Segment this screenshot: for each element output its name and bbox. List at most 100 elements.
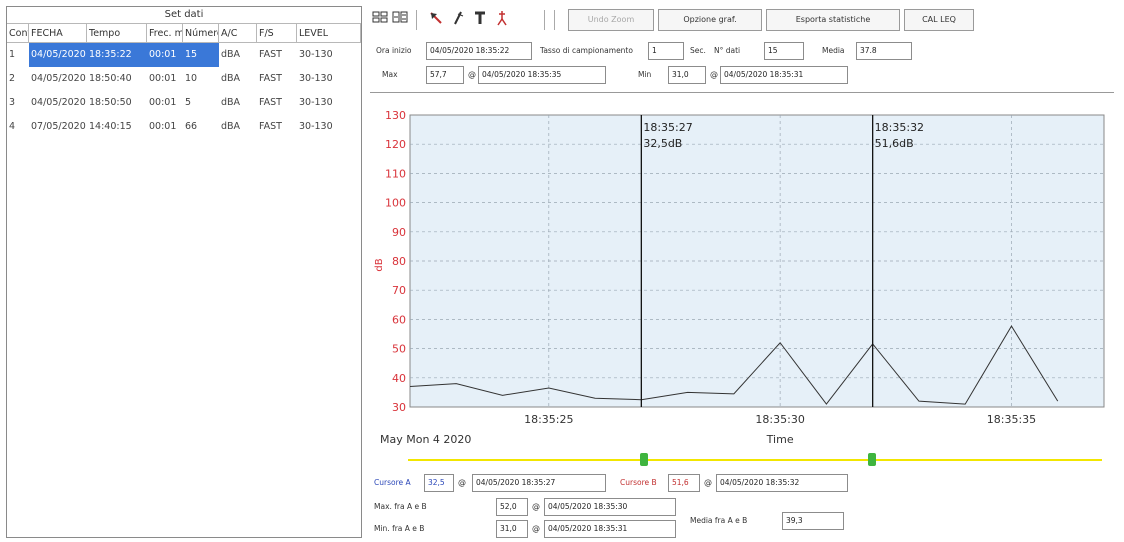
- min-between-at-symbol: @: [532, 524, 540, 533]
- max-between-value-field[interactable]: 52,0: [496, 498, 528, 516]
- chart-area[interactable]: 30 40 50 60 70 80 90 100 110 120 130 18:35:25 18:35:…: [370, 92, 1114, 448]
- cell-level: 30-130: [299, 49, 333, 60]
- slider-handle-b[interactable]: [868, 453, 876, 466]
- sampling-rate-label: Tasso di campionamento: [540, 46, 633, 55]
- y-tick-label: 50: [392, 343, 406, 356]
- export-statistics-button[interactable]: Esporta statistiche: [766, 9, 900, 31]
- column-header-level[interactable]: LEVEL: [297, 24, 361, 42]
- cursor-b-at-symbol: @: [704, 478, 712, 487]
- cell-fs: FAST: [259, 49, 282, 60]
- min-value-field[interactable]: 31,0: [668, 66, 706, 84]
- min-between-time-field[interactable]: 04/05/2020 18:35:31: [544, 520, 676, 538]
- info-row-max-min: Max 57,7 @ 04/05/2020 18:35:35 Min 31,0 …: [368, 66, 1120, 88]
- y-tick-label: 30: [392, 401, 406, 414]
- column-header-frec[interactable]: Frec. m: [147, 24, 183, 42]
- table-row[interactable]: 4 07/05/2020 14:40:15 00:01 66 dBA FAST …: [7, 115, 361, 139]
- cursor-a-label: Cursore A: [374, 478, 411, 487]
- cell-conf: 1: [9, 49, 16, 60]
- toolbar-separator: [416, 10, 417, 30]
- cal-leq-button[interactable]: CAL LEQ: [904, 9, 974, 31]
- cell-ac: dBA: [221, 97, 241, 108]
- max-at-symbol: @: [468, 70, 476, 79]
- data-set-panel: Set dati Conf FECHA Tempo Frec. m Número…: [6, 6, 362, 538]
- cell-numero: 5: [185, 97, 192, 108]
- cell-tempo: 18:35:22: [87, 43, 147, 67]
- column-header-tempo[interactable]: Tempo: [87, 24, 147, 42]
- min-at-symbol: @: [710, 70, 718, 79]
- column-header-fs[interactable]: F/S: [257, 24, 297, 42]
- cursor-arrow-icon[interactable]: [426, 10, 446, 30]
- cell-tempo: 18:50:40: [89, 73, 132, 84]
- column-header-conf[interactable]: Conf: [7, 24, 29, 42]
- bar-chart-icon[interactable]: [370, 10, 390, 30]
- cursor-info-row: Cursore A 32,5 @ 04/05/2020 18:35:27 Cur…: [368, 474, 1120, 496]
- column-header-numero[interactable]: Número: [183, 24, 219, 42]
- cell-fecha: 04/05/2020: [31, 73, 86, 84]
- min-between-value-field[interactable]: 31,0: [496, 520, 528, 538]
- y-tick-label: 80: [392, 255, 406, 268]
- text-tool-icon[interactable]: [470, 10, 490, 30]
- cell-fs: FAST: [259, 121, 282, 132]
- start-time-label: Ora inizio: [376, 46, 412, 55]
- y-tick-label: 130: [385, 109, 406, 122]
- marker-icon[interactable]: [492, 10, 512, 30]
- chart-panel: Undo Zoom Opzione graf. Esporta statisti…: [368, 6, 1120, 538]
- max-label: Max: [382, 70, 398, 79]
- cell-conf: 2: [9, 73, 16, 84]
- table-header: Conf FECHA Tempo Frec. m Número A/C F/S …: [7, 23, 361, 43]
- start-time-field[interactable]: 04/05/2020 18:35:22: [426, 42, 532, 60]
- cell-fecha: 04/05/2020: [29, 43, 87, 67]
- cell-fs: FAST: [259, 97, 282, 108]
- data-count-field[interactable]: 15: [764, 42, 804, 60]
- cursor-time-label: 18:35:27: [643, 121, 692, 134]
- cell-conf: 4: [9, 121, 16, 132]
- sampling-rate-field[interactable]: 1: [648, 42, 684, 60]
- cell-level: 30-130: [299, 121, 333, 132]
- min-between-label: Min. fra A e B: [374, 524, 425, 533]
- average-between-value-field[interactable]: 39,3: [782, 512, 844, 530]
- column-header-fecha[interactable]: FECHA: [29, 24, 87, 42]
- cursor-b-time-field[interactable]: 04/05/2020 18:35:32: [716, 474, 848, 492]
- slider-handle-a[interactable]: [640, 453, 648, 466]
- max-time-field[interactable]: 04/05/2020 18:35:35: [478, 66, 606, 84]
- cell-numero: 66: [185, 121, 198, 132]
- panel-title: Set dati: [164, 9, 204, 20]
- cell-fecha: 04/05/2020: [31, 97, 86, 108]
- cell-level: 30-130: [299, 97, 333, 108]
- max-value-field[interactable]: 57,7: [426, 66, 464, 84]
- range-slider[interactable]: [368, 452, 1120, 468]
- pen-cursor-icon[interactable]: [448, 10, 468, 30]
- column-header-ac[interactable]: A/C: [219, 24, 257, 42]
- cursor-b-label: Cursore B: [620, 478, 657, 487]
- chart-options-button[interactable]: Opzione graf.: [658, 9, 762, 31]
- cursor-a-at-symbol: @: [458, 478, 466, 487]
- level-chart[interactable]: 30 40 50 60 70 80 90 100 110 120 130 18:35:25 18:35:…: [370, 93, 1114, 449]
- toolbar-separator: [554, 10, 555, 30]
- cursor-value-label: 32,5dB: [643, 137, 682, 150]
- y-tick-label: 100: [385, 197, 406, 210]
- cell-level: 30-130: [299, 73, 333, 84]
- y-tick-label: 110: [385, 167, 406, 180]
- cell-frec: 00:01: [149, 73, 177, 84]
- cell-fecha: 07/05/2020: [31, 121, 86, 132]
- average-field[interactable]: 37.8: [856, 42, 912, 60]
- undo-zoom-button[interactable]: Undo Zoom: [568, 9, 654, 31]
- data-count-label: N° dati: [714, 46, 741, 55]
- info-row-start: Ora inizio 04/05/2020 18:35:22 Tasso di …: [368, 42, 1120, 64]
- cursor-a-time-field[interactable]: 04/05/2020 18:35:27: [472, 474, 606, 492]
- cursor-b-value-field[interactable]: 51,6: [668, 474, 700, 492]
- x-axis-label: Time: [766, 433, 794, 446]
- table-row[interactable]: 3 04/05/2020 18:50:50 00:01 5 dBA FAST 3…: [7, 91, 361, 115]
- cell-fs: FAST: [259, 73, 282, 84]
- y-tick-label: 90: [392, 226, 406, 239]
- table-row[interactable]: 2 04/05/2020 18:50:40 00:01 10 dBA FAST …: [7, 67, 361, 91]
- max-between-time-field[interactable]: 04/05/2020 18:35:30: [544, 498, 676, 516]
- cell-frec: 00:01: [149, 97, 177, 108]
- cursor-a-value-field[interactable]: 32,5: [424, 474, 454, 492]
- min-time-field[interactable]: 04/05/2020 18:35:31: [720, 66, 848, 84]
- y-tick-label: 120: [385, 138, 406, 151]
- line-chart-icon[interactable]: [390, 10, 410, 30]
- x-tick-label: 18:35:25: [524, 413, 573, 426]
- cursor-value-label: 51,6dB: [875, 137, 914, 150]
- table-row[interactable]: 1 04/05/2020 18:35:22 00:01 15 dBA FAST …: [7, 43, 361, 67]
